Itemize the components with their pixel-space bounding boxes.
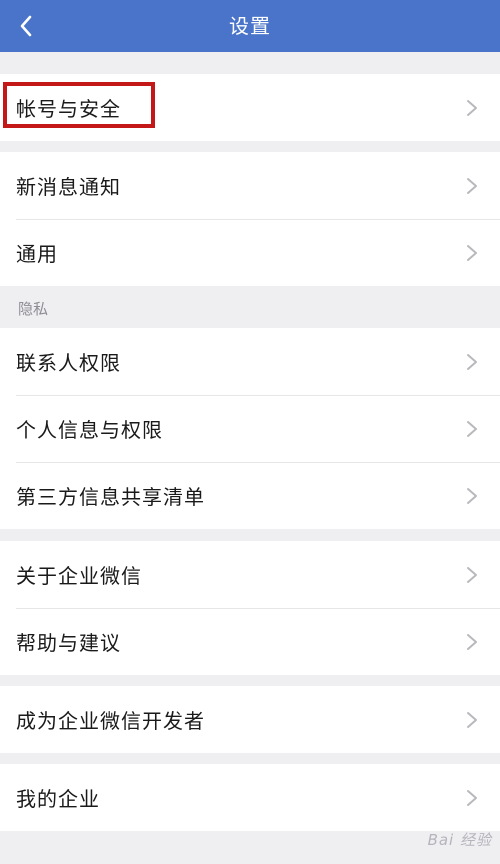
chevron-right-icon [467,566,477,583]
settings-row-my-enterprise[interactable]: 我的企业 [0,764,500,831]
row-label: 个人信息与权限 [16,418,163,442]
settings-group-about: 关于企业微信 帮助与建议 [0,541,500,675]
chevron-right-icon [467,99,477,116]
chevron-right-icon [467,487,477,504]
settings-group-developer: 成为企业微信开发者 [0,686,500,753]
settings-group-account: 帐号与安全 [0,74,500,141]
settings-row-notifications[interactable]: 新消息通知 [0,152,500,219]
chevron-right-icon [467,711,477,728]
settings-row-about[interactable]: 关于企业微信 [0,541,500,608]
navigation-bar: 设置 [0,0,500,52]
settings-row-account-security[interactable]: 帐号与安全 [0,74,500,141]
row-label: 帮助与建议 [16,631,121,655]
page-title: 设置 [229,14,271,38]
row-label: 新消息通知 [16,175,121,199]
settings-row-contact-permissions[interactable]: 联系人权限 [0,328,500,395]
chevron-right-icon [467,177,477,194]
row-label: 我的企业 [16,787,100,811]
row-label: 第三方信息共享清单 [16,485,205,509]
row-label: 通用 [16,242,58,266]
chevron-right-icon [467,633,477,650]
settings-row-third-party-sharing[interactable]: 第三方信息共享清单 [0,462,500,529]
row-label: 成为企业微信开发者 [16,709,205,733]
settings-group-general: 新消息通知 通用 [0,152,500,286]
chevron-right-icon [467,789,477,806]
row-label: 联系人权限 [16,351,121,375]
chevron-right-icon [467,244,477,261]
settings-row-personal-info-permissions[interactable]: 个人信息与权限 [0,395,500,462]
section-label-privacy: 隐私 [18,300,49,318]
settings-row-general[interactable]: 通用 [0,219,500,286]
settings-group-enterprise: 我的企业 [0,764,500,831]
settings-row-help-feedback[interactable]: 帮助与建议 [0,608,500,675]
settings-row-become-developer[interactable]: 成为企业微信开发者 [0,686,500,753]
row-label: 关于企业微信 [16,564,142,588]
settings-group-privacy: 联系人权限 个人信息与权限 第三方信息共享清单 [0,328,500,529]
row-label: 帐号与安全 [16,97,121,121]
watermark: Bai 经验 [427,831,492,849]
chevron-right-icon [467,420,477,437]
chevron-right-icon [467,353,477,370]
